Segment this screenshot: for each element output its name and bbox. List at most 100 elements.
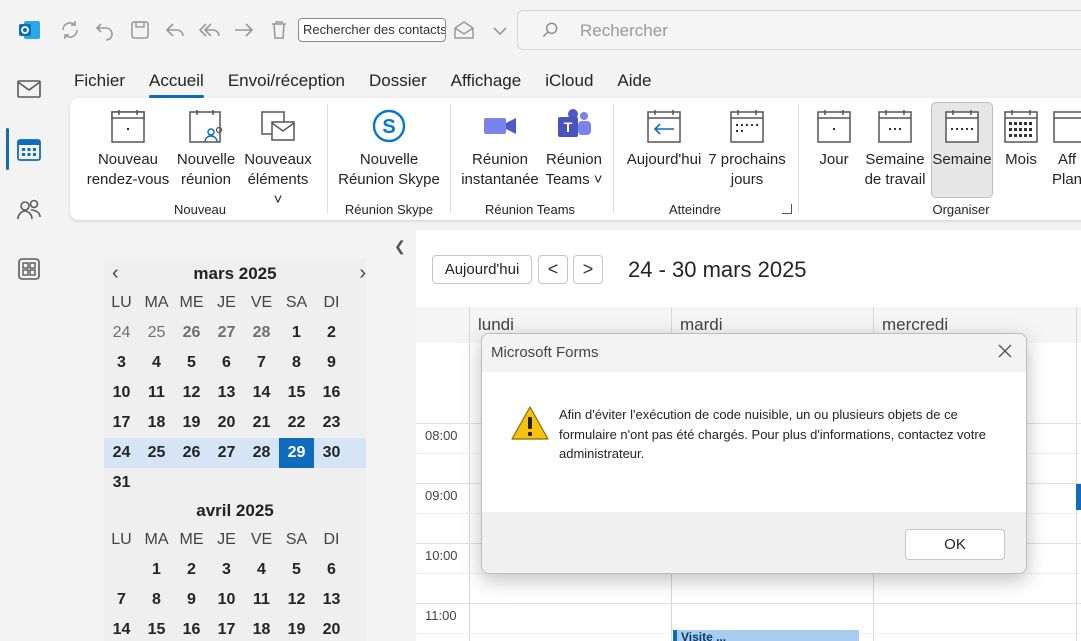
day-cell[interactable]: 18: [139, 408, 174, 438]
day-cell[interactable]: 25: [139, 438, 174, 468]
tab-envoi-reception[interactable]: Envoi/réception: [228, 70, 345, 92]
today-button[interactable]: Aujourd'hui: [432, 255, 532, 284]
mini-next-month-icon[interactable]: ›: [359, 262, 366, 285]
dialog-launcher-icon[interactable]: [782, 204, 792, 214]
day-cell[interactable]: 6: [209, 348, 244, 378]
new-items-button[interactable]: Nouveaux éléments ˅: [242, 108, 314, 210]
delete-icon[interactable]: [267, 18, 291, 42]
schedule-view-button[interactable]: Aff Plani: [1050, 108, 1081, 190]
save-icon[interactable]: [128, 18, 152, 42]
day-cell[interactable]: 29: [279, 438, 314, 468]
reply-icon[interactable]: [163, 18, 187, 42]
day-cell[interactable]: 19: [174, 408, 209, 438]
day-cell[interactable]: 5: [279, 555, 314, 585]
goto-today-button[interactable]: Aujourd'hui: [624, 108, 704, 170]
next-week-button[interactable]: >: [573, 255, 603, 284]
day-cell[interactable]: 28: [244, 438, 279, 468]
collapse-pane-chevron-icon[interactable]: ❮: [394, 238, 406, 254]
day-cell[interactable]: 24: [104, 318, 139, 348]
day-cell[interactable]: 9: [174, 585, 209, 615]
day-cell[interactable]: 7: [244, 348, 279, 378]
day-view-button[interactable]: Jour: [810, 108, 858, 170]
day-cell[interactable]: 31: [104, 468, 139, 498]
day-cell[interactable]: 7: [104, 585, 139, 615]
tab-icloud[interactable]: iCloud: [545, 70, 593, 92]
day-cell[interactable]: 2: [174, 555, 209, 585]
envelope-open-icon[interactable]: [452, 18, 476, 42]
day-cell[interactable]: 16: [174, 615, 209, 641]
new-meeting-button[interactable]: Nouvelle réunion: [172, 108, 240, 190]
next-7-days-button[interactable]: 7 prochains jours: [706, 108, 788, 190]
day-cell[interactable]: 28: [244, 318, 279, 348]
work-week-button[interactable]: Semaine de travail: [860, 108, 930, 190]
day-cell[interactable]: 17: [209, 615, 244, 641]
day-cell[interactable]: 18: [244, 615, 279, 641]
day-cell[interactable]: 8: [279, 348, 314, 378]
mail-icon[interactable]: [16, 76, 42, 102]
day-cell[interactable]: 14: [244, 378, 279, 408]
apps-icon[interactable]: [16, 256, 42, 282]
day-cell[interactable]: 20: [314, 615, 349, 641]
day-cell[interactable]: 10: [209, 585, 244, 615]
day-cell[interactable]: 1: [279, 318, 314, 348]
day-cell[interactable]: 13: [314, 585, 349, 615]
previous-week-button[interactable]: <: [538, 255, 568, 284]
undo-icon[interactable]: [93, 18, 117, 42]
new-appointment-button[interactable]: Nouveau rendez-vous: [84, 108, 172, 190]
day-cell[interactable]: 11: [139, 378, 174, 408]
day-cell[interactable]: 3: [209, 555, 244, 585]
calendar-event[interactable]: Visite ...: [673, 630, 859, 641]
ok-button[interactable]: OK: [905, 529, 1005, 560]
tab-aide[interactable]: Aide: [617, 70, 651, 92]
tab-affichage[interactable]: Affichage: [451, 70, 522, 92]
day-cell[interactable]: 13: [209, 378, 244, 408]
reply-all-icon[interactable]: [198, 18, 222, 42]
day-cell[interactable]: 12: [279, 585, 314, 615]
main-search-box[interactable]: Rechercher: [517, 10, 1081, 50]
day-cell[interactable]: 27: [209, 318, 244, 348]
day-cell[interactable]: 5: [174, 348, 209, 378]
day-cell[interactable]: 9: [314, 348, 349, 378]
teams-meeting-button[interactable]: T Réunion Teams ˅: [542, 108, 606, 190]
day-cell[interactable]: 1: [139, 555, 174, 585]
day-cell[interactable]: 15: [139, 615, 174, 641]
calendar-icon[interactable]: [16, 136, 42, 162]
tab-fichier[interactable]: Fichier: [74, 70, 125, 92]
day-cell[interactable]: 27: [209, 438, 244, 468]
day-cell[interactable]: 11: [244, 585, 279, 615]
day-cell[interactable]: 15: [279, 378, 314, 408]
day-cell[interactable]: 21: [244, 408, 279, 438]
tab-accueil[interactable]: Accueil: [149, 70, 204, 98]
day-cell[interactable]: 24: [104, 438, 139, 468]
day-cell[interactable]: 14: [104, 615, 139, 641]
day-cell[interactable]: 2: [314, 318, 349, 348]
day-cell[interactable]: 19: [279, 615, 314, 641]
day-cell[interactable]: 12: [174, 378, 209, 408]
calendar-event-edge[interactable]: [1076, 484, 1081, 510]
day-cell[interactable]: 26: [174, 318, 209, 348]
day-cell[interactable]: 10: [104, 378, 139, 408]
day-cell[interactable]: 8: [139, 585, 174, 615]
instant-meeting-button[interactable]: Réunion instantanée: [458, 108, 542, 190]
day-cell[interactable]: 4: [139, 348, 174, 378]
week-view-button[interactable]: Semaine: [931, 102, 993, 198]
day-cell[interactable]: 4: [244, 555, 279, 585]
sync-icon[interactable]: [58, 18, 82, 42]
day-cell[interactable]: 23: [314, 408, 349, 438]
day-cell[interactable]: 3: [104, 348, 139, 378]
day-cell[interactable]: 25: [139, 318, 174, 348]
day-cell[interactable]: 22: [279, 408, 314, 438]
day-cell[interactable]: 30: [314, 438, 349, 468]
day-cell[interactable]: 17: [104, 408, 139, 438]
close-icon[interactable]: [996, 342, 1014, 360]
day-cell[interactable]: 20: [209, 408, 244, 438]
day-cell[interactable]: 26: [174, 438, 209, 468]
contact-search-input[interactable]: Rechercher des contacts: [298, 18, 446, 42]
forward-icon[interactable]: [232, 18, 256, 42]
tab-dossier[interactable]: Dossier: [369, 70, 427, 92]
new-skype-meeting-button[interactable]: S Nouvelle Réunion Skype: [338, 108, 440, 190]
day-cell[interactable]: 16: [314, 378, 349, 408]
customize-toolbar-chevron-icon[interactable]: [488, 18, 507, 42]
month-view-button[interactable]: Mois: [998, 108, 1044, 170]
people-icon[interactable]: [16, 196, 42, 222]
